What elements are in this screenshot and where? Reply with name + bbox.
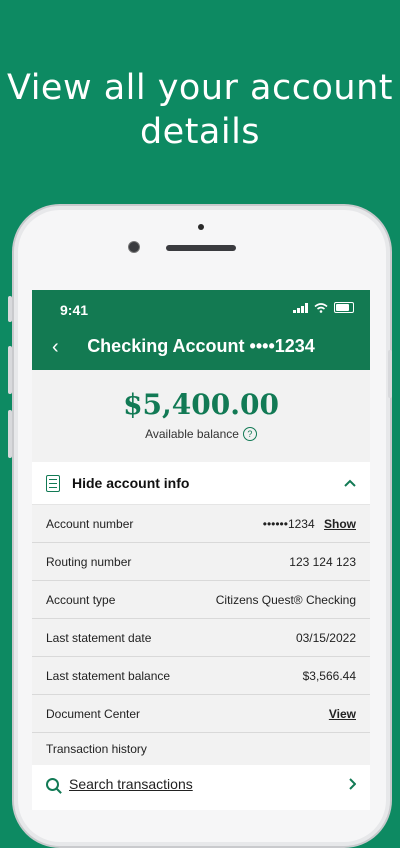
signal-icon [293, 302, 308, 313]
last-statement-date-row: Last statement date 03/15/2022 [32, 619, 370, 657]
row-label: Last statement date [46, 630, 152, 645]
account-number-value: ••••••1234 [262, 516, 315, 531]
page-title: Checking Account ••••1234 [87, 336, 315, 356]
last-statement-balance-row: Last statement balance $3,566.44 [32, 657, 370, 695]
headline: View all your account details [0, 66, 400, 154]
available-balance-row: Available balance ? [32, 427, 370, 441]
view-document-center-link[interactable]: View [329, 707, 356, 721]
account-type-value: Citizens Quest® Checking [215, 592, 356, 607]
battery-icon [334, 302, 354, 313]
last-statement-date-value: 03/15/2022 [295, 630, 356, 645]
phone-volume-down [8, 410, 12, 458]
routing-number-row: Routing number 123 124 123 [32, 543, 370, 581]
phone-side-button [8, 296, 12, 322]
hide-account-info-toggle[interactable]: Hide account info [32, 462, 370, 505]
show-account-number-link[interactable]: Show [324, 517, 356, 531]
last-statement-balance-value: $3,566.44 [302, 668, 356, 683]
available-balance-label: Available balance [145, 427, 239, 441]
app-screen: 9:41 ‹ Checking Account ••••1234 $5,400.… [32, 290, 370, 810]
headline-line-2: details [139, 112, 261, 152]
phone-camera [128, 241, 140, 253]
row-label: Account number [46, 516, 134, 531]
status-icons [293, 302, 354, 313]
headline-line-1: View all your account [7, 68, 393, 108]
row-label: Document Center [46, 706, 141, 721]
transaction-history-header: Transaction history [32, 733, 370, 765]
search-transactions-link[interactable]: Search transactions [32, 765, 370, 803]
document-center-row: Document Center View [32, 695, 370, 733]
row-label: Account type [46, 592, 116, 607]
phone-volume-up [8, 346, 12, 394]
phone-sensor [198, 224, 204, 230]
account-type-row: Account type Citizens Quest® Checking [32, 581, 370, 619]
row-label: Transaction history [46, 742, 147, 756]
search-icon [46, 777, 59, 791]
status-time: 9:41 [60, 302, 89, 318]
row-label: Routing number [46, 554, 132, 569]
wifi-icon [314, 302, 328, 313]
routing-number-value: 123 124 123 [289, 554, 356, 569]
phone-power-button [388, 350, 392, 398]
account-number-row: Account number ••••••1234 Show [32, 505, 370, 543]
document-icon [46, 474, 60, 492]
account-info-list: Account number ••••••1234 Show Routing n… [32, 505, 370, 765]
toggle-label: Hide account info [72, 475, 190, 491]
chevron-up-icon [344, 479, 356, 487]
help-icon[interactable]: ? [242, 427, 257, 441]
row-label: Last statement balance [46, 668, 171, 683]
phone-speaker [166, 245, 236, 251]
balance-section: $5,400.00 Available balance ? [32, 370, 370, 462]
search-transactions-label: Search transactions [69, 776, 193, 792]
app-header: 9:41 ‹ Checking Account ••••1234 [32, 290, 370, 370]
available-balance-amount: $5,400.00 [123, 388, 279, 421]
chevron-right-icon [349, 778, 356, 790]
